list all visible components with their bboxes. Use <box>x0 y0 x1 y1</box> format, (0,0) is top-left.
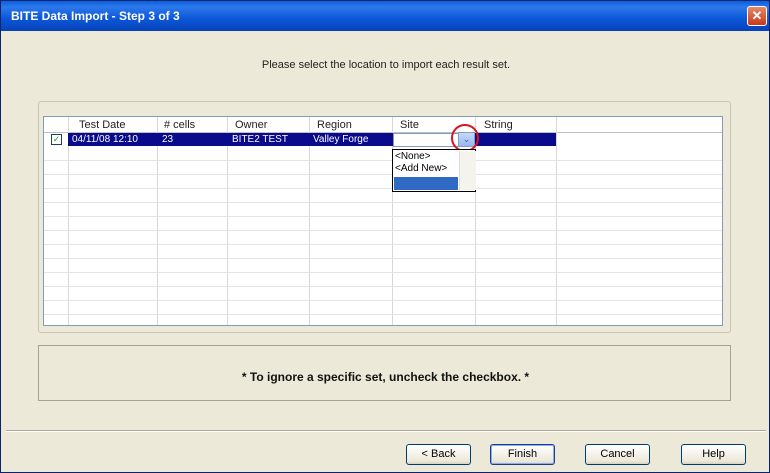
grid-row-line <box>44 272 722 273</box>
grid-row-line <box>44 300 722 301</box>
import-dialog: BITE Data Import - Step 3 of 3 ✕ Please … <box>0 0 770 473</box>
result-sets-grid: Test Date # cells Owner Region Site Stri… <box>43 116 723 326</box>
grid-row-line <box>44 216 722 217</box>
back-button[interactable]: < Back <box>406 444 471 465</box>
grid-row-line <box>44 202 722 203</box>
cell-test-date: 04/11/08 12:10 <box>72 134 138 145</box>
grid-column-line <box>556 117 557 325</box>
dialog-title: BITE Data Import - Step 3 of 3 <box>11 9 180 23</box>
column-header-site[interactable]: Site <box>400 119 419 131</box>
grid-column-line <box>157 117 158 325</box>
finish-button[interactable]: Finish <box>490 444 555 465</box>
column-header-region[interactable]: Region <box>317 119 352 131</box>
dropdown-scrollbar[interactable] <box>459 151 476 190</box>
dropdown-option-none[interactable]: <None> <box>395 151 431 162</box>
cancel-button[interactable]: Cancel <box>585 444 650 465</box>
highlight-circle <box>451 124 479 152</box>
grid-column-line <box>227 117 228 325</box>
grid-row-line <box>44 314 722 315</box>
grid-row-line <box>44 160 722 161</box>
grid-row-line <box>44 188 722 189</box>
help-button[interactable]: Help <box>681 444 746 465</box>
grid-row-line <box>44 258 722 259</box>
table-row[interactable] <box>68 133 556 146</box>
dropdown-option-selected[interactable] <box>394 177 458 190</box>
dropdown-option-add-new[interactable]: <Add New> <box>395 163 447 174</box>
title-bar[interactable]: BITE Data Import - Step 3 of 3 ✕ <box>1 1 769 31</box>
note-text: * To ignore a specific set, uncheck the … <box>241 370 530 384</box>
footer-separator <box>6 430 766 432</box>
column-header-cells[interactable]: # cells <box>164 119 195 131</box>
grid-column-line <box>68 117 69 325</box>
check-icon: ✓ <box>52 134 61 144</box>
note-panel: * To ignore a specific set, uncheck the … <box>38 345 731 401</box>
cell-cells-count: 23 <box>162 134 174 145</box>
cell-owner: BITE2 TEST <box>232 134 288 145</box>
close-button[interactable]: ✕ <box>747 6 767 26</box>
site-dropdown-list: <None> <Add New> <box>392 149 476 192</box>
column-header-owner[interactable]: Owner <box>235 119 267 131</box>
grid-header: Test Date # cells Owner Region Site Stri… <box>44 117 722 133</box>
grid-row-line <box>44 230 722 231</box>
grid-row-line <box>44 286 722 287</box>
column-header-test-date[interactable]: Test Date <box>79 119 125 131</box>
grid-row-line <box>44 244 722 245</box>
cell-region: Valley Forge <box>313 134 369 145</box>
instruction-text: Please select the location to import eac… <box>261 59 511 71</box>
column-header-string[interactable]: String <box>484 119 513 131</box>
grid-column-line <box>309 117 310 325</box>
grid-row-line <box>44 174 722 175</box>
close-icon: ✕ <box>751 8 763 23</box>
row-include-checkbox[interactable]: ✓ <box>51 134 62 145</box>
